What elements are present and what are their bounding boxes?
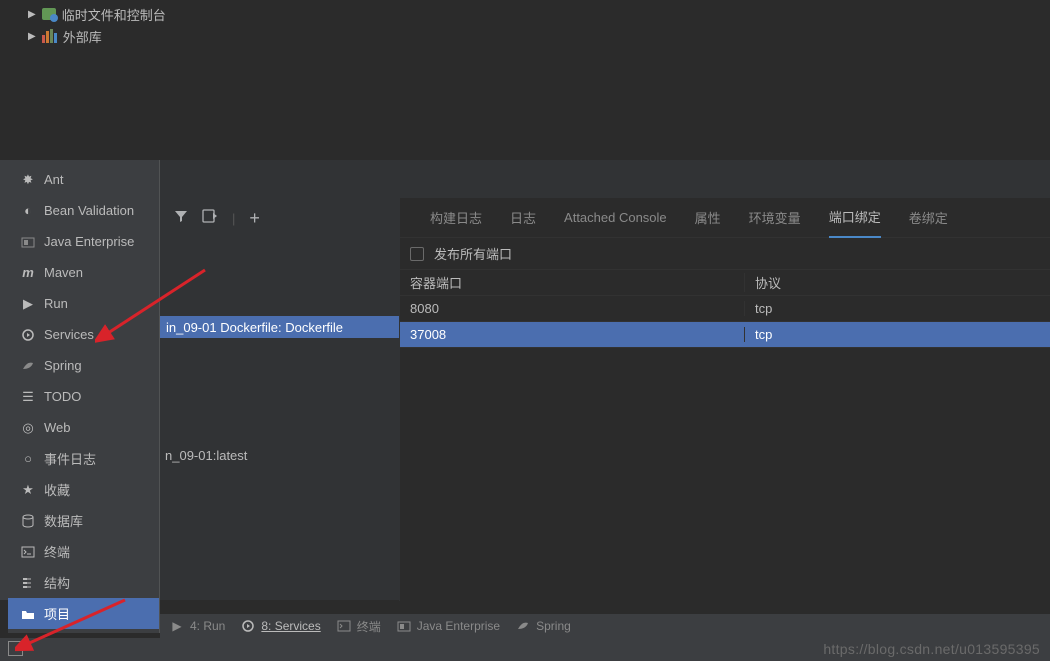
star-icon: ★ [20, 482, 36, 498]
menu-item-terminal[interactable]: 终端 [8, 536, 159, 567]
menu-item-ant[interactable]: ✸Ant [8, 164, 159, 195]
tree-item-external-libs[interactable]: ▶ 外部库 [28, 25, 1050, 47]
menu-item-spring[interactable]: Spring [8, 350, 159, 381]
tree-item-label: 外部库 [63, 27, 102, 46]
tab-properties[interactable]: 属性 [695, 198, 721, 238]
database-icon [20, 514, 36, 528]
terminal-icon [20, 545, 36, 559]
tool-windows-icon[interactable] [10, 643, 23, 656]
tree-item-label: 临时文件和控制台 [62, 5, 166, 24]
tab-attached-console[interactable]: Attached Console [564, 198, 667, 238]
menu-item-web[interactable]: ◎Web [8, 412, 159, 443]
ant-icon: ✸ [20, 172, 36, 188]
bottom-tool-bar: ▶4: Run 8: Services 终端 Java Enterprise S… [160, 614, 1050, 638]
bb-run[interactable]: ▶4: Run [170, 619, 225, 633]
col-protocol[interactable]: 协议 [745, 273, 1050, 292]
table-row[interactable]: 37008 tcp [400, 322, 1050, 348]
services-tree-image[interactable]: n_09-01:latest [165, 448, 247, 463]
col-container-port[interactable]: 容器端口 [400, 273, 745, 292]
java-ee-icon [397, 619, 411, 633]
expand-arrow-icon: ▶ [28, 31, 36, 42]
services-icon [20, 328, 36, 342]
table-row[interactable]: 8080 tcp [400, 296, 1050, 322]
menu-item-java-enterprise[interactable]: Java Enterprise [8, 226, 159, 257]
expand-arrow-icon: ▶ [28, 9, 36, 20]
menu-item-project[interactable]: 项目 [8, 598, 159, 629]
container-details-panel: 构建日志 日志 Attached Console 属性 环境变量 端口绑定 卷绑… [399, 198, 1050, 601]
services-icon [241, 619, 255, 633]
menu-item-bean-validation[interactable]: ◐Bean Validation [8, 195, 159, 226]
menu-item-structure[interactable]: 结构 [8, 567, 159, 598]
external-libs-icon [42, 29, 57, 43]
bb-terminal[interactable]: 终端 [337, 618, 381, 635]
bean-icon: ◐ [20, 203, 36, 218]
terminal-icon [337, 619, 351, 633]
tab-env[interactable]: 环境变量 [749, 198, 801, 238]
tool-window-menu: ✸Ant ◐Bean Validation Java Enterprise mM… [8, 160, 160, 633]
menu-item-services[interactable]: Services [8, 319, 159, 350]
tree-item-scratches[interactable]: ▶ 临时文件和控制台 [28, 3, 1050, 25]
run-icon: ▶ [20, 296, 36, 312]
maven-icon: m [20, 265, 36, 280]
services-toolbar: | + [160, 204, 260, 232]
bb-spring[interactable]: Spring [516, 619, 571, 633]
menu-item-maven[interactable]: mMaven [8, 257, 159, 288]
add-icon[interactable]: + [249, 208, 260, 229]
detail-tabs: 构建日志 日志 Attached Console 属性 环境变量 端口绑定 卷绑… [400, 198, 1050, 238]
folder-icon [20, 607, 36, 621]
bb-services[interactable]: 8: Services [241, 619, 320, 633]
tab-volumes[interactable]: 卷绑定 [909, 198, 948, 238]
table-header: 容器端口 协议 [400, 270, 1050, 296]
todo-icon: ☰ [20, 389, 36, 405]
spring-icon [20, 359, 36, 373]
menu-item-favorites[interactable]: ★收藏 [8, 474, 159, 505]
publish-all-checkbox[interactable] [410, 247, 424, 261]
expand-icon[interactable] [202, 209, 218, 227]
menu-item-event-log[interactable]: ○事件日志 [8, 443, 159, 474]
tab-port-bindings[interactable]: 端口绑定 [829, 198, 881, 238]
structure-icon [20, 576, 36, 590]
run-icon: ▶ [170, 619, 184, 633]
scratches-folder-icon [42, 8, 56, 20]
menu-item-todo[interactable]: ☰TODO [8, 381, 159, 412]
ports-table: 容器端口 协议 8080 tcp 37008 tcp [400, 270, 1050, 348]
web-icon: ◎ [20, 420, 36, 436]
java-ee-icon [20, 235, 36, 249]
menu-item-database[interactable]: 数据库 [8, 505, 159, 536]
spring-icon [516, 619, 530, 633]
filter-icon[interactable] [174, 209, 188, 227]
publish-all-label: 发布所有端口 [434, 244, 512, 263]
gutter-bar [0, 160, 8, 600]
bb-java-ee[interactable]: Java Enterprise [397, 619, 500, 633]
menu-item-run[interactable]: ▶Run [8, 288, 159, 319]
publish-all-row: 发布所有端口 [400, 238, 1050, 270]
tab-log[interactable]: 日志 [510, 198, 536, 238]
event-log-icon: ○ [20, 451, 36, 466]
services-tree-selected[interactable]: in_09-01 Dockerfile: Dockerfile [160, 316, 399, 338]
watermark: https://blog.csdn.net/u013595395 [823, 641, 1040, 657]
tab-build-log[interactable]: 构建日志 [430, 198, 482, 238]
